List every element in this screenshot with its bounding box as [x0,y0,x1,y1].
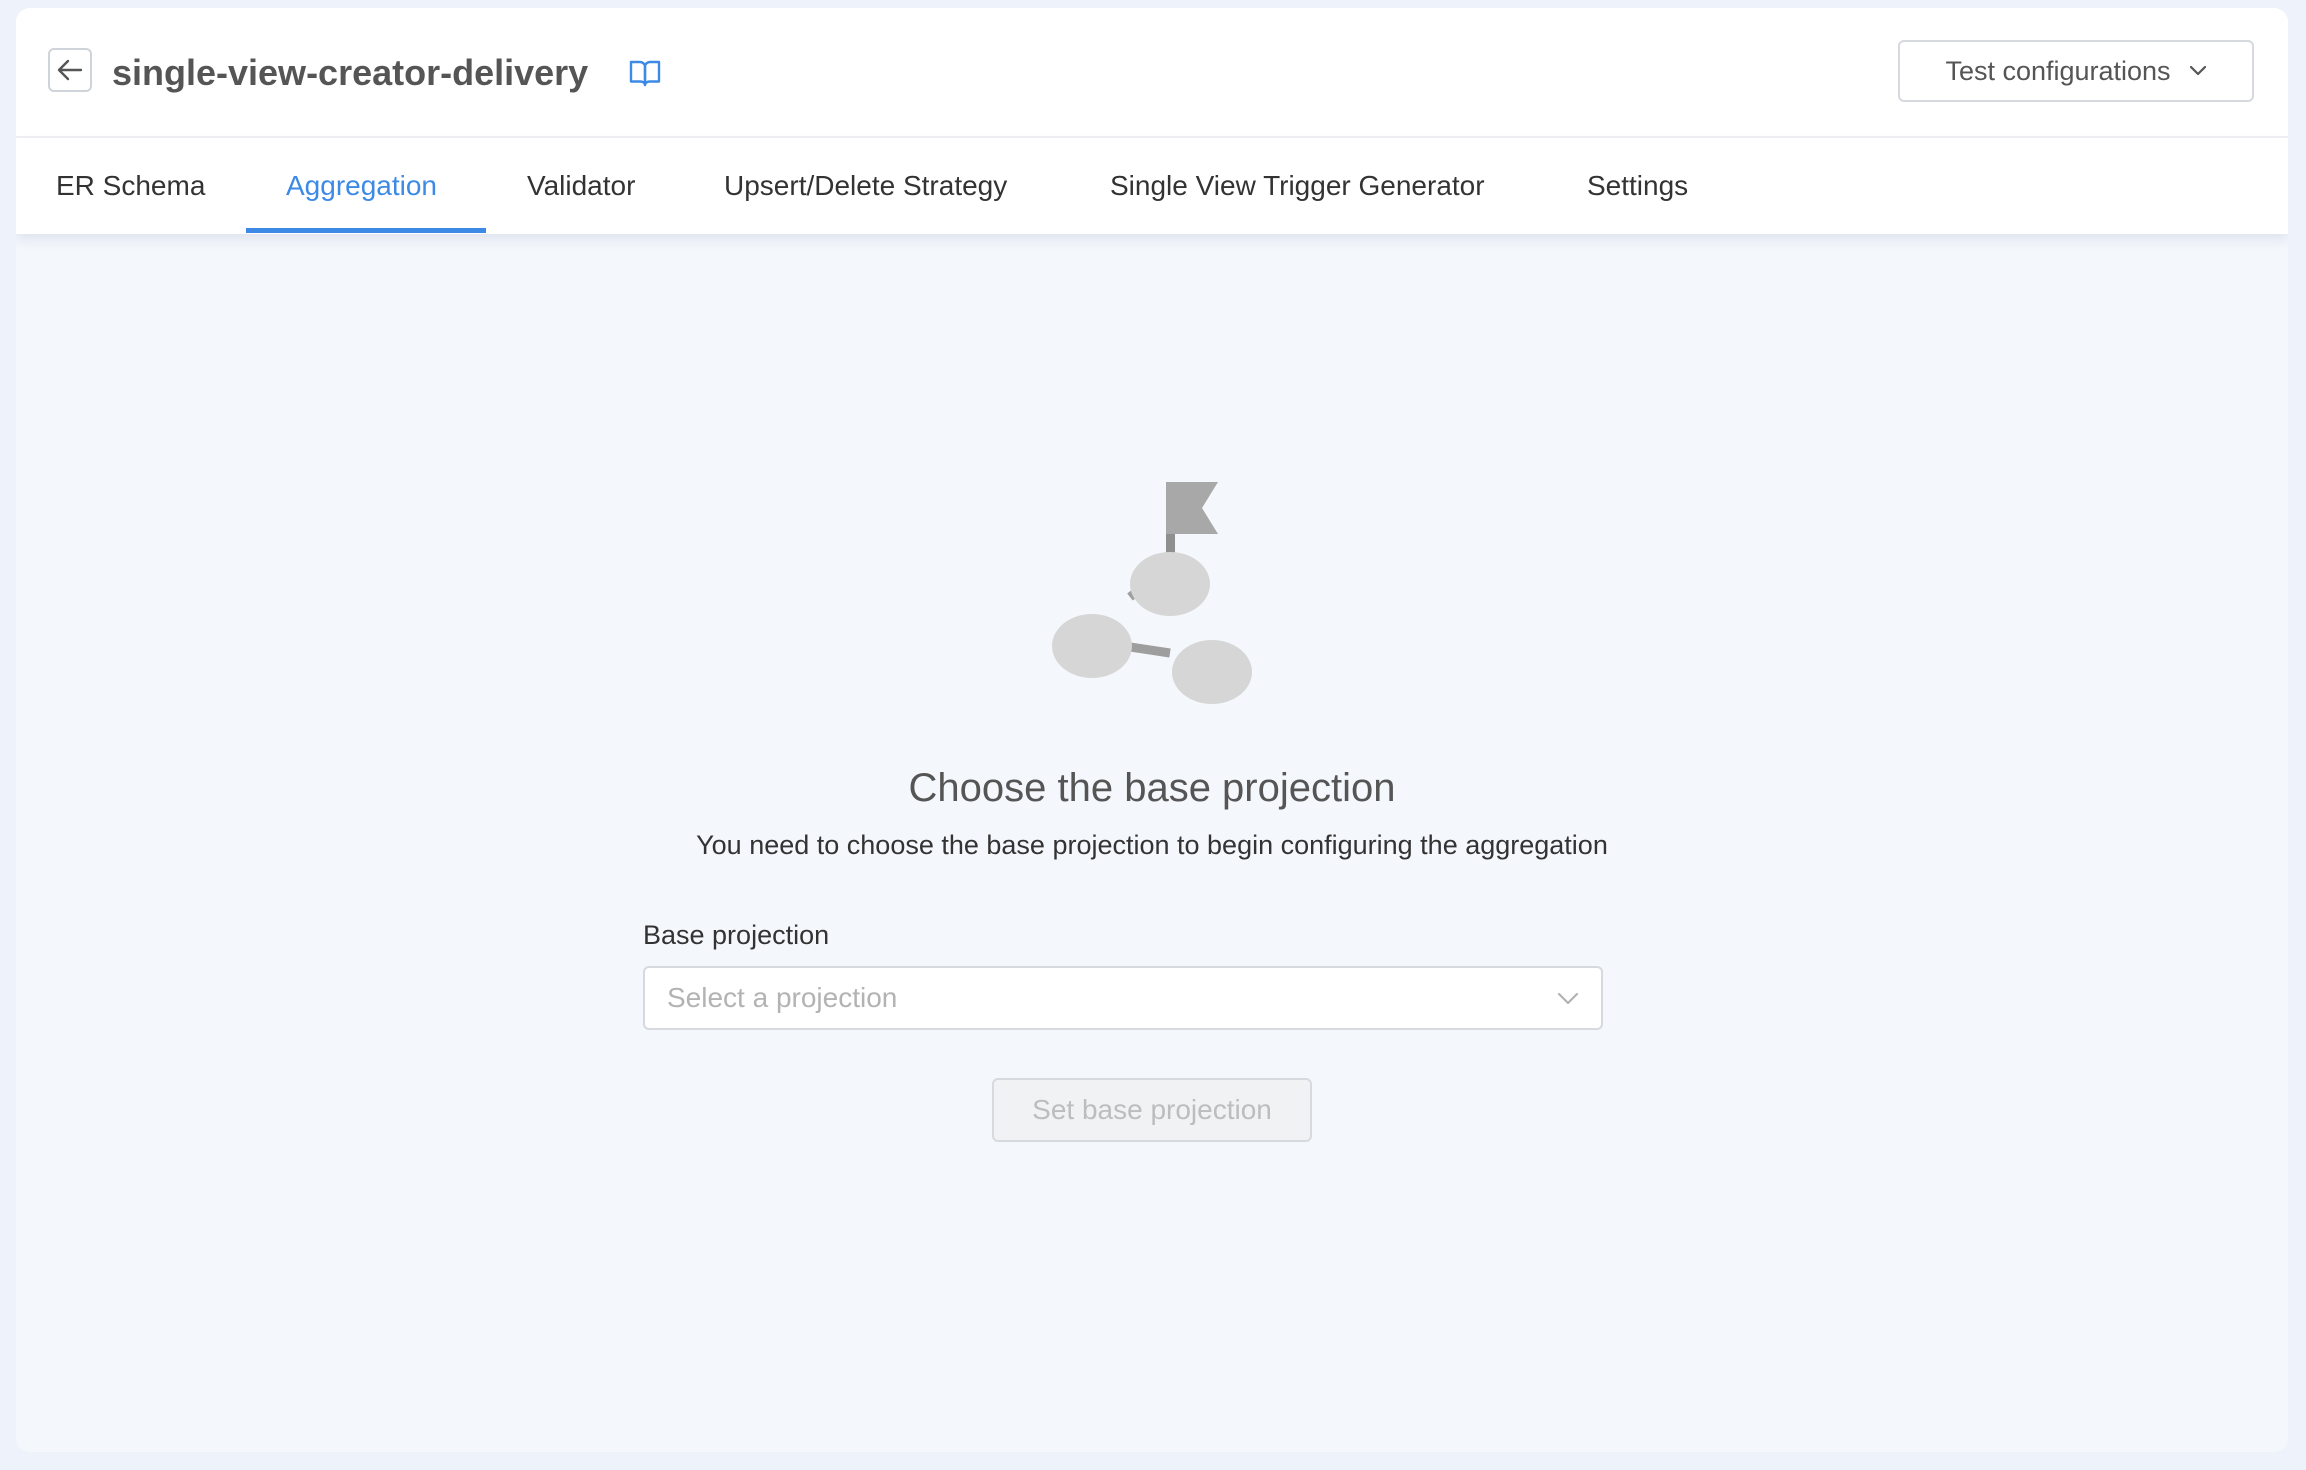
chevron-down-icon [1557,992,1579,1005]
tab-er-schema[interactable]: ER Schema [56,138,205,234]
flag-graph-illustration [1052,482,1252,704]
page-title: single-view-creator-delivery [112,52,589,93]
back-button[interactable] [48,48,92,92]
active-tab-indicator [246,228,486,233]
tab-single-view-trigger-generator[interactable]: Single View Trigger Generator [1110,138,1485,234]
book-open-icon[interactable] [628,58,662,88]
set-base-projection-button[interactable]: Set base projection [992,1078,1312,1142]
base-projection-select[interactable]: Select a projection [643,966,1603,1030]
app-card: single-view-creator-delivery Test config… [16,8,2288,1452]
tab-validator[interactable]: Validator [527,138,635,234]
empty-state-description: You need to choose the base projection t… [696,830,1608,860]
arrow-left-icon [57,59,83,81]
chevron-down-icon [2189,65,2206,76]
tab-upsert-delete-strategy[interactable]: Upsert/Delete Strategy [724,138,1007,234]
base-projection-label: Base projection [643,920,830,950]
empty-state-title: Choose the base projection [908,766,1396,810]
select-placeholder: Select a projection [667,982,898,1013]
test-configurations-label: Test configurations [1945,55,2171,86]
page-header: single-view-creator-delivery Test config… [16,8,2288,138]
test-configurations-button[interactable]: Test configurations [1898,40,2254,102]
tab-aggregation[interactable]: Aggregation [286,138,437,234]
tab-bar: ER Schema Aggregation Validator Upsert/D… [16,138,2288,234]
tab-settings[interactable]: Settings [1587,138,1688,234]
